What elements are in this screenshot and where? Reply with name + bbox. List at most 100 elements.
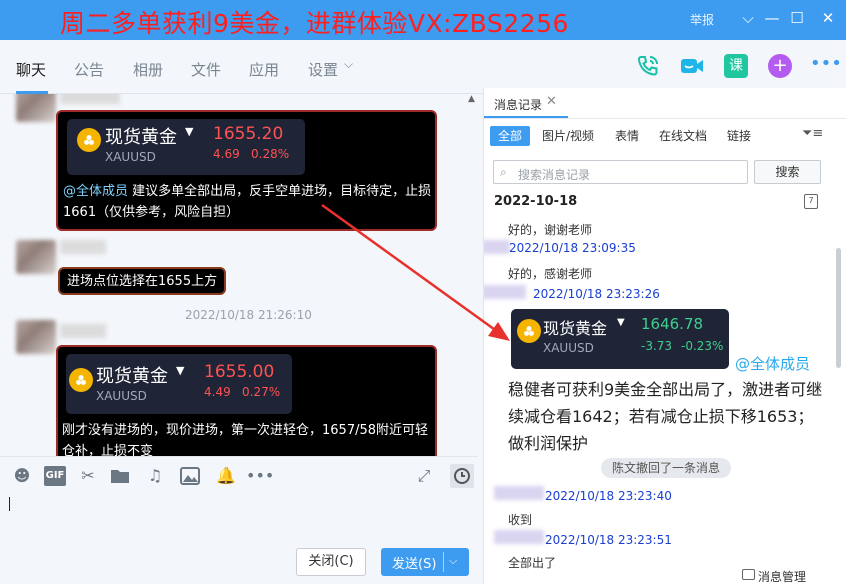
history-tab-label: 消息记录 (494, 98, 543, 112)
emoji-icon[interactable]: ☻ (12, 466, 32, 486)
title-bar: 周二多单获利9美金，进群体验VX:ZBS2256 举报 ⌵ — ☐ ✕ (0, 0, 846, 40)
filter-all[interactable]: 全部 (490, 126, 531, 146)
mention-all[interactable]: @全体成员 (735, 353, 810, 374)
text-caret (9, 497, 10, 511)
avatar[interactable] (16, 94, 56, 122)
tab-message-history[interactable]: 消息记录 ✕ (484, 88, 568, 118)
minimize-icon[interactable]: — (762, 8, 782, 28)
quote-percent: 0.28% (251, 147, 290, 161)
search-button[interactable]: 搜索 (754, 160, 821, 184)
phone-icon[interactable] (636, 54, 660, 78)
send-button[interactable]: 发送(S) ⌵ (381, 548, 469, 576)
quote-price: 1655.20 (213, 124, 284, 144)
close-icon[interactable]: ✕ (818, 8, 838, 28)
sender-name (60, 324, 106, 338)
close-icon[interactable]: ✕ (546, 94, 557, 109)
send-label: 发送(S) (392, 557, 437, 572)
sender-name (484, 285, 526, 299)
promo-banner: 周二多单获利9美金，进群体验VX:ZBS2256 (60, 9, 569, 38)
quote-symbol: XAUUSD (543, 341, 594, 355)
input-toolbar: ☻ GIF ✂ ♫ 🔔 ••• ⤢ (0, 456, 478, 494)
message-text: 进场点位选择在1655上方 (67, 274, 218, 289)
filter-online-docs[interactable]: 在线文档 (659, 126, 707, 146)
history-message: 全部出了 (508, 556, 557, 570)
more-tools-icon[interactable]: ••• (246, 466, 274, 486)
close-button[interactable]: 关闭(C) (296, 548, 366, 576)
message-text: @全体成员 建议多单全部出局，反手空单进场，目标待定，止损1661（仅供参考，风… (63, 184, 432, 220)
quote-change: 4.69 (213, 147, 240, 161)
sender-name (60, 240, 106, 254)
quote-card[interactable]: 现货黄金 ▼ XAUUSD 1655.00 4.49 0.27% (66, 354, 292, 414)
maximize-icon[interactable]: ☐ (787, 8, 807, 28)
filter-funnel-icon[interactable]: ⏷≡ (802, 126, 823, 141)
sender-name (494, 486, 544, 500)
quote-card[interactable]: 现货黄金 ▼ XAUUSD 1655.20 4.69 0.28% (67, 119, 305, 175)
mention-all[interactable]: @全体成员 (63, 184, 128, 199)
scrollbar[interactable] (836, 248, 841, 368)
search-input[interactable]: ⌕ 搜索消息记录 (493, 160, 748, 184)
lesson-icon[interactable]: 课 (724, 54, 748, 78)
chat-messages[interactable]: 现货黄金 ▼ XAUUSD 1655.20 4.69 0.28% @全体成员 建… (0, 94, 478, 456)
quote-title: 现货黄金 (105, 127, 177, 148)
message-history-panel: 消息记录 ✕ 全部 图片/视频 表情 在线文档 链接 ⏷≡ ⌕ 搜索消息记录 搜… (483, 88, 846, 584)
search-placeholder: 搜索消息记录 (518, 168, 591, 182)
filter-stickers[interactable]: 表情 (615, 126, 639, 146)
folder-icon[interactable] (110, 466, 130, 486)
message-bubble[interactable]: 现货黄金 ▼ XAUUSD 1655.20 4.69 0.28% @全体成员 建… (56, 110, 437, 231)
quote-title: 现货黄金 (543, 319, 608, 338)
add-app-icon[interactable]: + (768, 54, 792, 78)
report-link[interactable]: 举报 (690, 11, 714, 28)
message-manage-button[interactable]: 消息管理 (758, 568, 806, 584)
gold-coin-icon (69, 368, 93, 392)
qq-group-window: 周二多单获利9美金，进群体验VX:ZBS2256 举报 ⌵ — ☐ ✕ 聊天 公… (0, 0, 846, 584)
quote-change: -3.73 (641, 339, 673, 353)
calendar-icon[interactable]: 7 (804, 194, 818, 209)
avatar[interactable] (16, 320, 56, 354)
search-icon: ⌕ (500, 165, 507, 179)
filter-links[interactable]: 链接 (727, 126, 751, 146)
history-message: 收到 (508, 513, 533, 527)
caret-down-icon: ▼ (185, 125, 194, 138)
history-message: 稳健者可获利9美金全部出局了，激进者可继续减仓看1642；若有减仓止损下移165… (508, 380, 823, 453)
sender-name (60, 94, 120, 104)
music-icon[interactable]: ♫ (145, 466, 165, 486)
tab-album[interactable]: 相册 (133, 59, 163, 80)
image-icon[interactable] (180, 466, 200, 486)
bell-icon[interactable]: 🔔 (216, 466, 236, 486)
quote-percent: 0.27% (242, 385, 281, 399)
tab-announcements[interactable]: 公告 (74, 59, 104, 80)
message-text: 刚才没有进场的，现价进场，第一次进轻仓，1657/58附近可轻仓补，止损不变 (62, 423, 429, 456)
expand-icon[interactable]: ⤢ (414, 466, 434, 486)
caret-down-icon: ▼ (617, 317, 625, 328)
gif-icon[interactable]: GIF (44, 466, 66, 486)
quote-price: 1655.00 (204, 362, 275, 382)
caret-down-icon: ▼ (176, 364, 185, 377)
history-message: 好的，谢谢老师 (508, 223, 593, 237)
message-manage-icon[interactable] (742, 569, 755, 580)
send-options-chevron-icon[interactable]: ⌵ (449, 554, 457, 568)
tab-apps[interactable]: 应用 (249, 59, 279, 80)
quote-symbol: XAUUSD (105, 150, 156, 164)
tab-settings[interactable]: 设置 (308, 59, 338, 80)
history-date: 2022-10-18 (494, 194, 578, 209)
video-call-icon[interactable] (680, 54, 704, 78)
more-icon[interactable]: ••• (810, 54, 842, 78)
scroll-up-icon[interactable]: ▲ (468, 94, 475, 104)
avatar[interactable] (16, 240, 56, 274)
tab-files[interactable]: 文件 (191, 59, 221, 80)
options-chevron-icon[interactable]: ⌵ (738, 8, 758, 28)
history-sender-time: 2022/10/18 23:23:26 (533, 287, 660, 301)
history-icon[interactable] (450, 464, 474, 488)
quote-percent: -0.23% (681, 339, 724, 353)
filter-images-videos[interactable]: 图片/视频 (542, 126, 594, 146)
tab-chat[interactable]: 聊天 (16, 59, 46, 80)
quote-card[interactable]: 现货黄金 ▼ XAUUSD 1646.78 -3.73 -0.23% (511, 309, 729, 369)
send-divider (443, 552, 444, 572)
message-bubble[interactable]: 现货黄金 ▼ XAUUSD 1655.00 4.49 0.27% 刚才没有进场的… (56, 345, 437, 456)
scissors-icon[interactable]: ✂ (78, 466, 98, 486)
message-bubble[interactable]: 进场点位选择在1655上方 (58, 267, 226, 295)
sender-name (484, 240, 510, 254)
gold-coin-icon (77, 128, 101, 152)
quote-price: 1646.78 (641, 315, 704, 333)
divider (484, 118, 846, 119)
